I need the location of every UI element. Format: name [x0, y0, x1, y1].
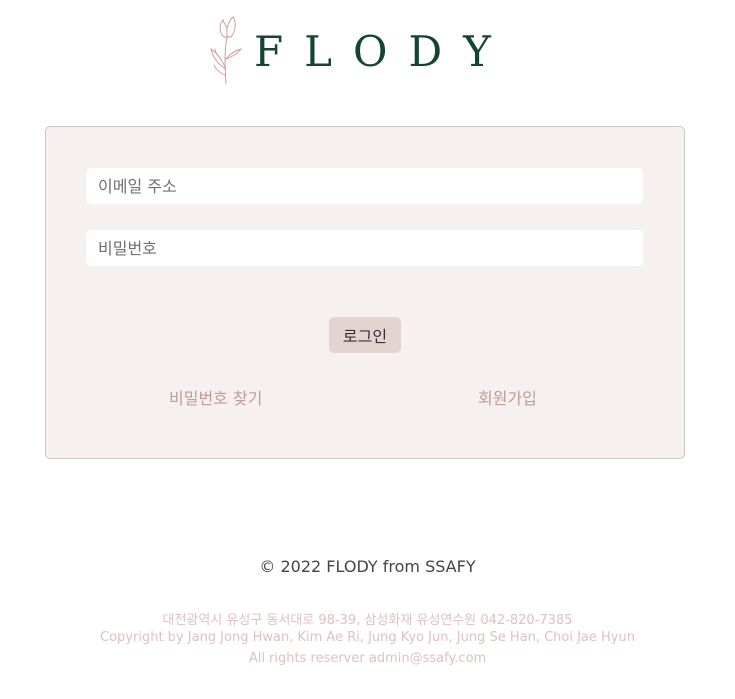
- brand-logo[interactable]: FLODY: [206, 12, 512, 86]
- footer-copyright: © 2022 FLODY from SSAFY: [259, 557, 476, 576]
- tulip-icon: [210, 16, 243, 85]
- login-card: 로그인 비밀번호 찾기 회원가입: [45, 126, 685, 459]
- email-input[interactable]: [86, 168, 643, 204]
- signup-link[interactable]: 회원가입: [478, 385, 537, 409]
- login-button[interactable]: 로그인: [329, 317, 401, 353]
- footer-address: 대전광역시 유성구 동서대로 98-39, 삼성화재 유성연수원 042-820…: [162, 613, 573, 628]
- password-input[interactable]: [86, 230, 643, 266]
- logo-text: FLODY: [254, 27, 512, 76]
- footer-rights: All rights reserver admin@ssafy.com: [248, 651, 487, 666]
- login-page: FLODY 로그인 비밀번호 찾기 회원가입 © 2022 FLODY from…: [0, 0, 735, 699]
- footer-credits: Copyright by Jang Jong Hwan, Kim Ae Ri, …: [100, 630, 635, 645]
- find-password-link[interactable]: 비밀번호 찾기: [169, 385, 262, 409]
